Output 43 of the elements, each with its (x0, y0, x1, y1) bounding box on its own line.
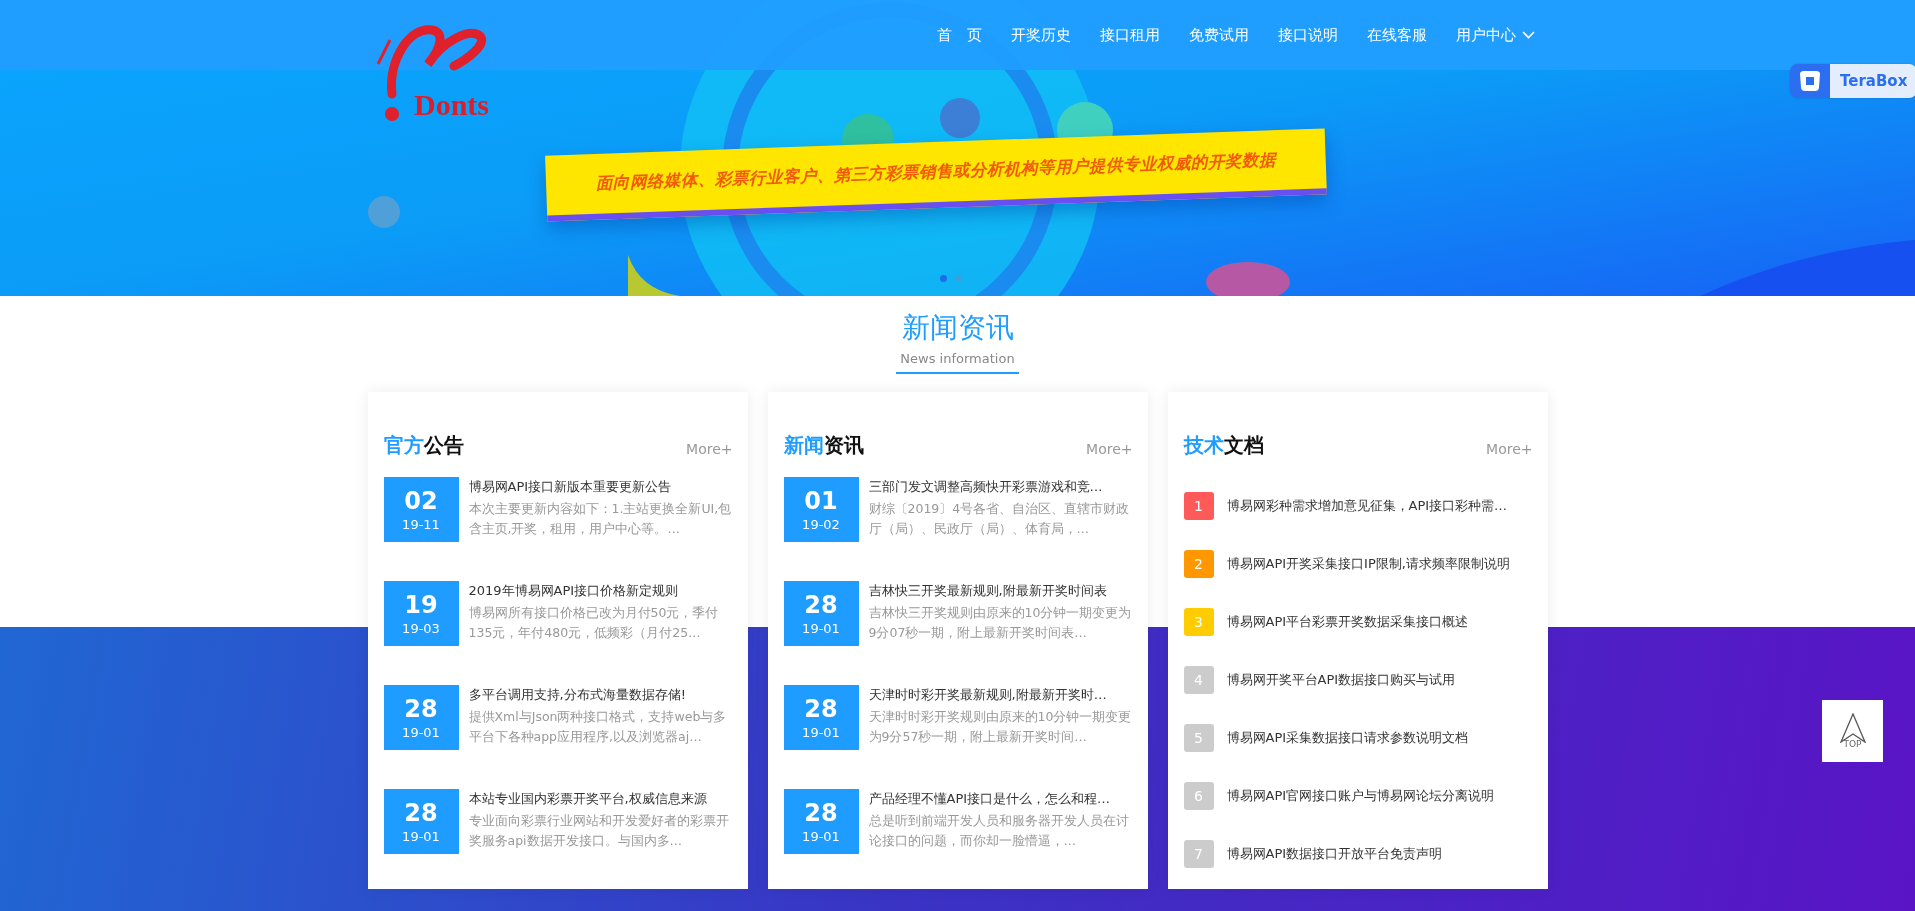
date-badge: 28 19-01 (783, 789, 859, 854)
date-badge: 28 19-01 (383, 789, 459, 854)
document-link[interactable]: 博易网API数据接口开放平台免责声明 (1226, 844, 1443, 864)
date-badge: 28 19-01 (783, 581, 859, 646)
rank-badge: 3 (1183, 608, 1214, 636)
document-link[interactable]: 博易网彩种需求增加意见征集，API接口彩种需… (1226, 496, 1508, 516)
logo-text: Donts (414, 88, 489, 122)
date-badge: 01 19-02 (783, 477, 859, 542)
document-link[interactable]: 博易网API开奖采集接口IP限制,请求频率限制说明 (1226, 554, 1510, 574)
box-icon (1798, 71, 1822, 91)
article-summary: 博易网所有接口价格已改为月付50元，季付135元，年付480元，低频彩（月付25… (468, 604, 720, 642)
rank-badge: 2 (1183, 550, 1214, 578)
section-title: 新闻资讯 (901, 310, 1014, 346)
document-link[interactable]: 博易网开奖平台API数据接口购买与试用 (1226, 670, 1456, 690)
caret-icon (1522, 31, 1535, 39)
card-heading: 技术文档 (1183, 432, 1264, 459)
article-summary: 本次主要更新内容如下：1.主站更换全新UI,包含主页,开奖，租用，用户中心等。… (468, 500, 733, 538)
article-title[interactable]: 天津时时彩开奖最新规则,附最新开奖时… (868, 685, 1133, 705)
article-title[interactable]: 本站专业国内彩票开奖平台,权威信息来源 (468, 789, 733, 809)
section-subtitle: News information (896, 351, 1019, 374)
banner-slogan: 面向网络媒体、彩票行业客户、第三方彩票销售或分析机构等用户提供专业权威的开奖数据 (595, 149, 1277, 195)
carousel-dot[interactable] (955, 275, 962, 282)
rank-badge: 1 (1183, 492, 1214, 520)
carousel-dot[interactable] (940, 275, 947, 282)
date-badge: 28 19-01 (383, 685, 459, 750)
article-title[interactable]: 2019年博易网API接口价格新定规则 (468, 581, 733, 601)
article-title[interactable]: 博易网API接口新版本重要更新公告 (468, 477, 733, 497)
article-title[interactable]: 产品经理不懂API接口是什么，怎么和程… (868, 789, 1133, 809)
document-link[interactable]: 博易网API采集数据接口请求参数说明文档 (1226, 728, 1469, 748)
card-heading: 新闻资讯 (783, 432, 864, 459)
date-badge: 28 19-01 (783, 685, 859, 750)
article-title[interactable]: 吉林快三开奖最新规则,附最新开奖时间表 (868, 581, 1133, 601)
document-link[interactable]: 博易网API官网接口账户与博易网论坛分离说明 (1226, 786, 1495, 806)
article-summary: 专业面向彩票行业网站和开发爱好者的彩票开奖服务api数据开发接口。与国内多… (468, 812, 730, 850)
article-summary: 提供Xml与Json两种接口格式，支持web与多平台下各种app应用程序,以及浏览器aj… (468, 708, 728, 746)
date-badge: 19 19-03 (383, 581, 459, 646)
document-link[interactable]: 博易网API平台彩票开奖数据采集接口概述 (1226, 612, 1469, 632)
date-badge: 02 19-11 (383, 477, 459, 542)
card-heading: 官方公告 (383, 432, 464, 459)
article-summary: 财综〔2019〕4号各省、自治区、直辖市财政厅（局）、民政厅（局）、体育局，… (868, 500, 1131, 538)
article-title[interactable]: 三部门发文调整高频快开彩票游戏和竞… (868, 477, 1133, 497)
back-to-top-button[interactable]: TOP (1822, 700, 1883, 762)
article-title[interactable]: 多平台调用支持,分布式海量数据存储! (468, 685, 733, 705)
